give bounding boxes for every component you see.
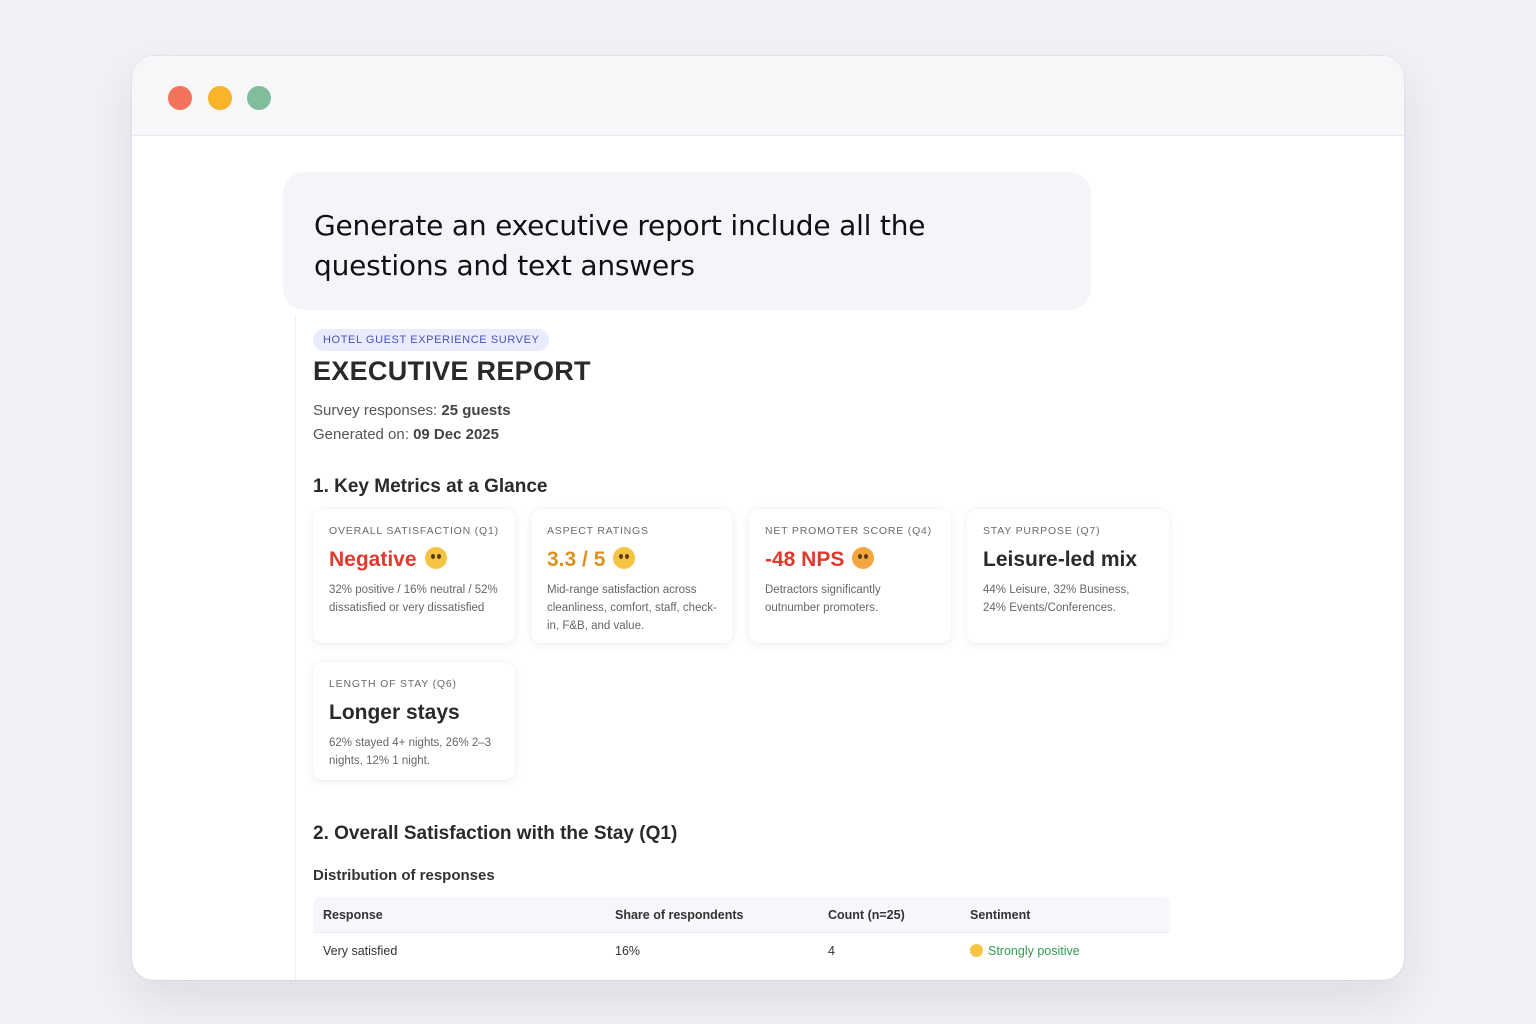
table-header-row: Response Share of respondents Count (n=2… [313, 897, 1170, 933]
section-title-key-metrics: 1. Key Metrics at a Glance [313, 476, 548, 497]
window-titlebar [132, 56, 1404, 136]
generated-label: Generated on: [313, 426, 409, 443]
column-header-count: Count (n=25) [828, 907, 905, 922]
metric-label: LENGTH OF STAY (Q6) [329, 678, 457, 690]
generated-on-line: Generated on: 09 Dec 2025 [313, 426, 499, 443]
column-header-response: Response [323, 907, 383, 922]
section-title-overall-satisfaction: 2. Overall Satisfaction with the Stay (Q… [313, 823, 678, 844]
smiling-face-icon [970, 944, 983, 957]
metric-description: 32% positive / 16% neutral / 52% dissati… [329, 584, 498, 614]
flushed-face-icon [424, 547, 447, 569]
metric-value: Longer stays [329, 701, 460, 724]
maximize-window-button[interactable] [247, 86, 271, 110]
metric-label: ASPECT RATINGS [547, 525, 649, 537]
metric-card-overall-satisfaction: OVERALL SATISFACTION (Q1) Negative 32% p… [313, 509, 515, 643]
metric-description: 62% stayed 4+ nights, 26% 2–3 nights, 12… [329, 737, 492, 767]
neutral-face-icon [613, 547, 636, 569]
metric-value-text: Negative [329, 548, 417, 571]
user-prompt-bubble: Generate an executive report include all… [283, 172, 1091, 310]
chat-content: Generate an executive report include all… [132, 136, 1404, 980]
metric-value-text: -48 NPS [765, 548, 845, 571]
distribution-label: Distribution of responses [313, 867, 495, 884]
report-title: EXECUTIVE REPORT [313, 356, 591, 386]
metric-description: Mid-range satisfaction across cleanlines… [547, 584, 717, 632]
metric-value: Negative [329, 547, 499, 573]
survey-responses-line: Survey responses: 25 guests [313, 402, 511, 419]
distribution-table: Response Share of respondents Count (n=2… [313, 897, 1170, 969]
close-window-button[interactable] [168, 86, 192, 110]
responses-label: Survey responses: [313, 402, 438, 419]
generated-value: 09 Dec 2025 [413, 426, 499, 443]
metric-card-aspect-ratings: ASPECT RATINGS 3.3 / 5 Mid-range satisfa… [531, 509, 733, 643]
table-row: Very satisfied 16% 4 Strongly positive [313, 933, 1170, 969]
cell-share: 16% [615, 944, 641, 958]
metric-label: OVERALL SATISFACTION (Q1) [329, 525, 499, 537]
sentiment-text: Strongly positive [988, 944, 1080, 958]
metric-label: NET PROMOTER SCORE (Q4) [765, 525, 932, 537]
metric-card-nps: NET PROMOTER SCORE (Q4) -48 NPS Detracto… [749, 509, 951, 643]
metric-label: STAY PURPOSE (Q7) [983, 525, 1101, 537]
column-header-sentiment: Sentiment [970, 907, 1031, 922]
cell-sentiment: Strongly positive [970, 944, 1170, 958]
metric-value: 3.3 / 5 [547, 547, 717, 573]
metric-value: Leisure-led mix [983, 548, 1138, 571]
responses-value: 25 guests [441, 402, 511, 419]
cell-count: 4 [828, 944, 835, 958]
browser-window: Generate an executive report include all… [132, 56, 1404, 980]
confounded-face-icon [852, 547, 875, 569]
metric-value-text: 3.3 / 5 [547, 548, 606, 571]
survey-tag: HOTEL GUEST EXPERIENCE SURVEY [313, 329, 550, 351]
metric-description: 44% Leisure, 32% Business, 24% Events/Co… [983, 584, 1130, 614]
metric-card-length-of-stay: LENGTH OF STAY (Q6) Longer stays 62% sta… [313, 662, 515, 780]
metric-card-stay-purpose: STAY PURPOSE (Q7) Leisure-led mix 44% Le… [967, 509, 1169, 643]
metric-description: Detractors significantly outnumber promo… [765, 584, 881, 614]
metric-value: -48 NPS [765, 547, 935, 573]
minimize-window-button[interactable] [208, 86, 232, 110]
executive-report: HOTEL GUEST EXPERIENCE SURVEY EXECUTIVE … [295, 316, 1185, 980]
cell-response: Very satisfied [323, 944, 398, 958]
column-header-share: Share of respondents [615, 907, 744, 922]
